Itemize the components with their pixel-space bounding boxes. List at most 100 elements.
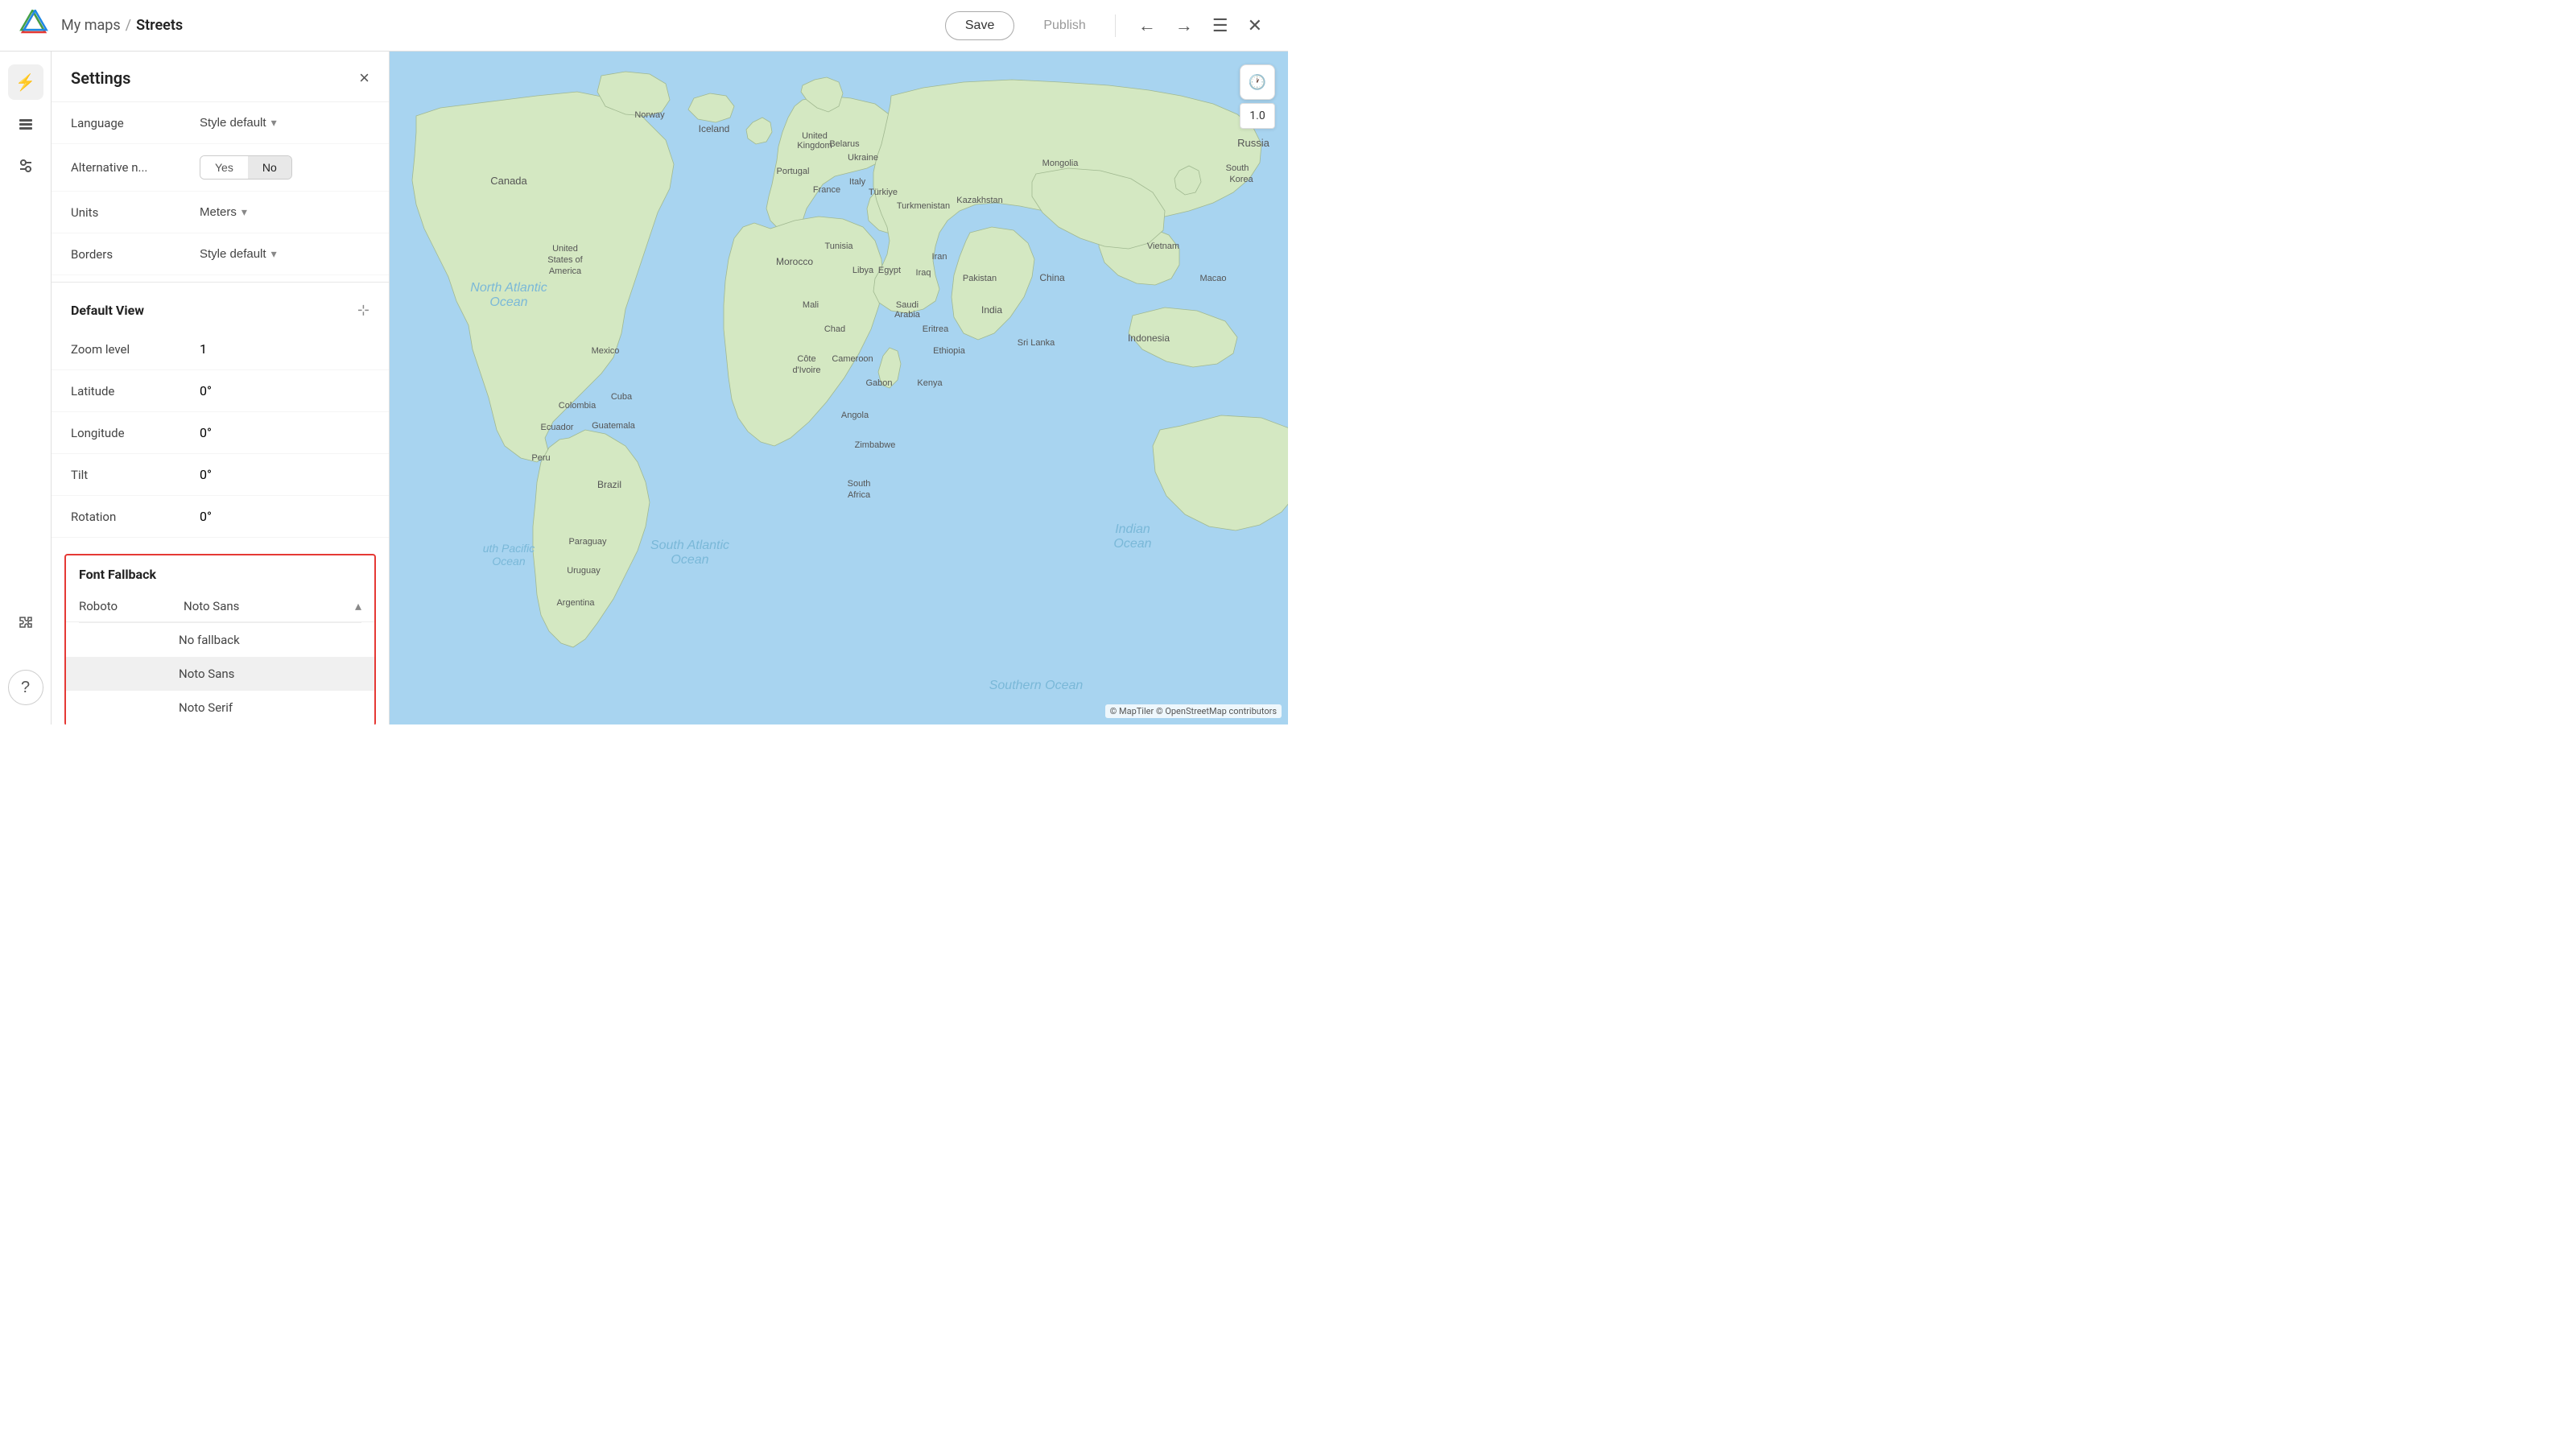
header-nav: ← → ☰ ✕ xyxy=(1132,12,1269,39)
forward-button[interactable]: → xyxy=(1169,12,1199,39)
layers-icon-button[interactable] xyxy=(8,106,43,142)
svg-text:Macao: Macao xyxy=(1199,274,1226,283)
svg-text:Guatemala: Guatemala xyxy=(592,421,636,431)
svg-text:South: South xyxy=(1226,163,1249,173)
language-select[interactable]: Style default ▾ xyxy=(200,116,369,130)
settings-close-button[interactable]: × xyxy=(359,68,369,89)
back-button[interactable]: ← xyxy=(1132,12,1162,39)
svg-text:Peru: Peru xyxy=(531,453,550,463)
svg-text:Italy: Italy xyxy=(849,177,866,187)
svg-text:South Atlantic: South Atlantic xyxy=(650,539,729,552)
svg-text:Mexico: Mexico xyxy=(592,346,620,356)
svg-text:Cuba: Cuba xyxy=(611,392,633,402)
svg-text:Saudi: Saudi xyxy=(896,300,919,310)
publish-button[interactable]: Publish xyxy=(1024,12,1104,39)
settings-body: Language Style default ▾ Alternative n..… xyxy=(52,102,389,724)
svg-text:uth Pacific: uth Pacific xyxy=(483,542,535,555)
section-divider-1 xyxy=(52,282,389,283)
settings-panel: Settings × Language Style default ▾ Alte… xyxy=(52,52,390,724)
clock-icon-button[interactable]: 🕐 xyxy=(1240,64,1275,100)
svg-text:Argentina: Argentina xyxy=(556,598,595,608)
longitude-label: Longitude xyxy=(71,426,200,440)
svg-text:Gabon: Gabon xyxy=(865,378,892,388)
header-actions: Save Publish ← → ☰ ✕ xyxy=(945,11,1269,40)
puzzle-icon-button[interactable] xyxy=(8,605,43,641)
svg-text:Arabia: Arabia xyxy=(894,310,921,320)
font-option-noto-sans[interactable]: Noto Sans xyxy=(66,657,374,691)
borders-control: Style default ▾ xyxy=(200,247,369,261)
svg-text:Angola: Angola xyxy=(841,411,869,420)
svg-text:Ethiopia: Ethiopia xyxy=(933,346,966,356)
settings-row-tilt: Tilt 0° xyxy=(52,454,389,496)
settings-row-units: Units Meters ▾ xyxy=(52,192,389,233)
svg-text:Egypt: Egypt xyxy=(878,266,901,275)
map-controls: 🕐 1.0 xyxy=(1240,64,1275,129)
settings-row-borders: Borders Style default ▾ xyxy=(52,233,389,275)
altnames-label: Alternative n... xyxy=(71,160,200,175)
svg-text:Turkmenistan: Turkmenistan xyxy=(897,201,950,211)
map-attribution: © MapTiler © OpenStreetMap contributors xyxy=(1105,704,1282,718)
svg-text:Ocean: Ocean xyxy=(671,553,708,567)
font-option-no-fallback[interactable]: No fallback xyxy=(66,623,374,657)
spacer xyxy=(52,538,389,554)
settings-header: Settings × xyxy=(52,52,389,102)
font-select[interactable]: Noto Sans ▴ xyxy=(184,598,361,613)
svg-text:United: United xyxy=(552,244,578,254)
svg-text:Ecuador: Ecuador xyxy=(541,423,574,432)
logo xyxy=(19,10,48,42)
close-button[interactable]: ✕ xyxy=(1241,12,1269,39)
font-fallback-section: Font Fallback Roboto Noto Sans ▴ No fall… xyxy=(64,554,376,724)
svg-text:States of: States of xyxy=(547,255,583,265)
units-select[interactable]: Meters ▾ xyxy=(200,205,369,219)
icon-sidebar: ⚡ ? xyxy=(0,52,52,724)
svg-text:Belarus: Belarus xyxy=(829,139,860,149)
borders-select[interactable]: Style default ▾ xyxy=(200,247,369,261)
svg-text:South: South xyxy=(848,479,871,489)
svg-text:Kenya: Kenya xyxy=(917,378,943,388)
settings-row-longitude: Longitude 0° xyxy=(52,412,389,454)
lightning-icon-button[interactable]: ⚡ xyxy=(8,64,43,100)
svg-text:Cameroon: Cameroon xyxy=(832,354,873,364)
help-icon-button[interactable]: ? xyxy=(8,670,43,705)
units-arrow-icon: ▾ xyxy=(242,205,247,219)
font-fallback-title: Font Fallback xyxy=(79,567,156,582)
menu-button[interactable]: ☰ xyxy=(1206,12,1235,39)
latitude-label: Latitude xyxy=(71,384,200,398)
svg-text:Colombia: Colombia xyxy=(559,401,597,411)
settings-row-latitude: Latitude 0° xyxy=(52,370,389,412)
svg-text:Iceland: Iceland xyxy=(699,123,730,134)
svg-text:Mongolia: Mongolia xyxy=(1042,159,1080,168)
default-view-title: Default View xyxy=(71,303,144,318)
units-value: Meters xyxy=(200,205,237,219)
svg-text:Africa: Africa xyxy=(848,490,871,500)
svg-text:China: China xyxy=(1039,272,1065,283)
font-fallback-header: Font Fallback xyxy=(66,555,374,590)
svg-text:United: United xyxy=(802,131,828,141)
svg-text:Ocean: Ocean xyxy=(492,555,525,568)
units-label: Units xyxy=(71,205,200,220)
zoom-value: 1 xyxy=(200,341,207,357)
map-area[interactable]: Canada United States of America Brazil P… xyxy=(390,52,1288,724)
svg-text:Paraguay: Paraguay xyxy=(568,537,607,547)
svg-text:America: America xyxy=(549,266,582,276)
save-button[interactable]: Save xyxy=(945,11,1014,40)
breadcrumb-parent[interactable]: My maps xyxy=(61,17,121,34)
units-control: Meters ▾ xyxy=(200,205,369,219)
header: My maps / Streets Save Publish ← → ☰ ✕ xyxy=(0,0,1288,52)
altnames-no-button[interactable]: No xyxy=(248,156,291,179)
svg-text:Kingdom: Kingdom xyxy=(797,141,832,151)
svg-text:Ocean: Ocean xyxy=(489,295,527,309)
breadcrumb-current: Streets xyxy=(136,17,183,34)
breadcrumb: My maps / Streets xyxy=(61,17,932,34)
font-option-noto-serif[interactable]: Noto Serif xyxy=(66,691,374,724)
svg-text:Vietnam: Vietnam xyxy=(1147,242,1179,251)
altnames-yes-button[interactable]: Yes xyxy=(200,156,248,179)
settings-row-zoom: Zoom level 1 xyxy=(52,328,389,370)
borders-arrow-icon: ▾ xyxy=(271,247,277,261)
svg-text:Libya: Libya xyxy=(852,266,874,275)
language-control: Style default ▾ xyxy=(200,116,369,130)
sliders-icon-button[interactable] xyxy=(8,148,43,184)
tilt-value: 0° xyxy=(200,467,212,482)
default-view-action-button[interactable]: ⊹ xyxy=(357,302,369,319)
svg-text:Pakistan: Pakistan xyxy=(963,274,997,283)
